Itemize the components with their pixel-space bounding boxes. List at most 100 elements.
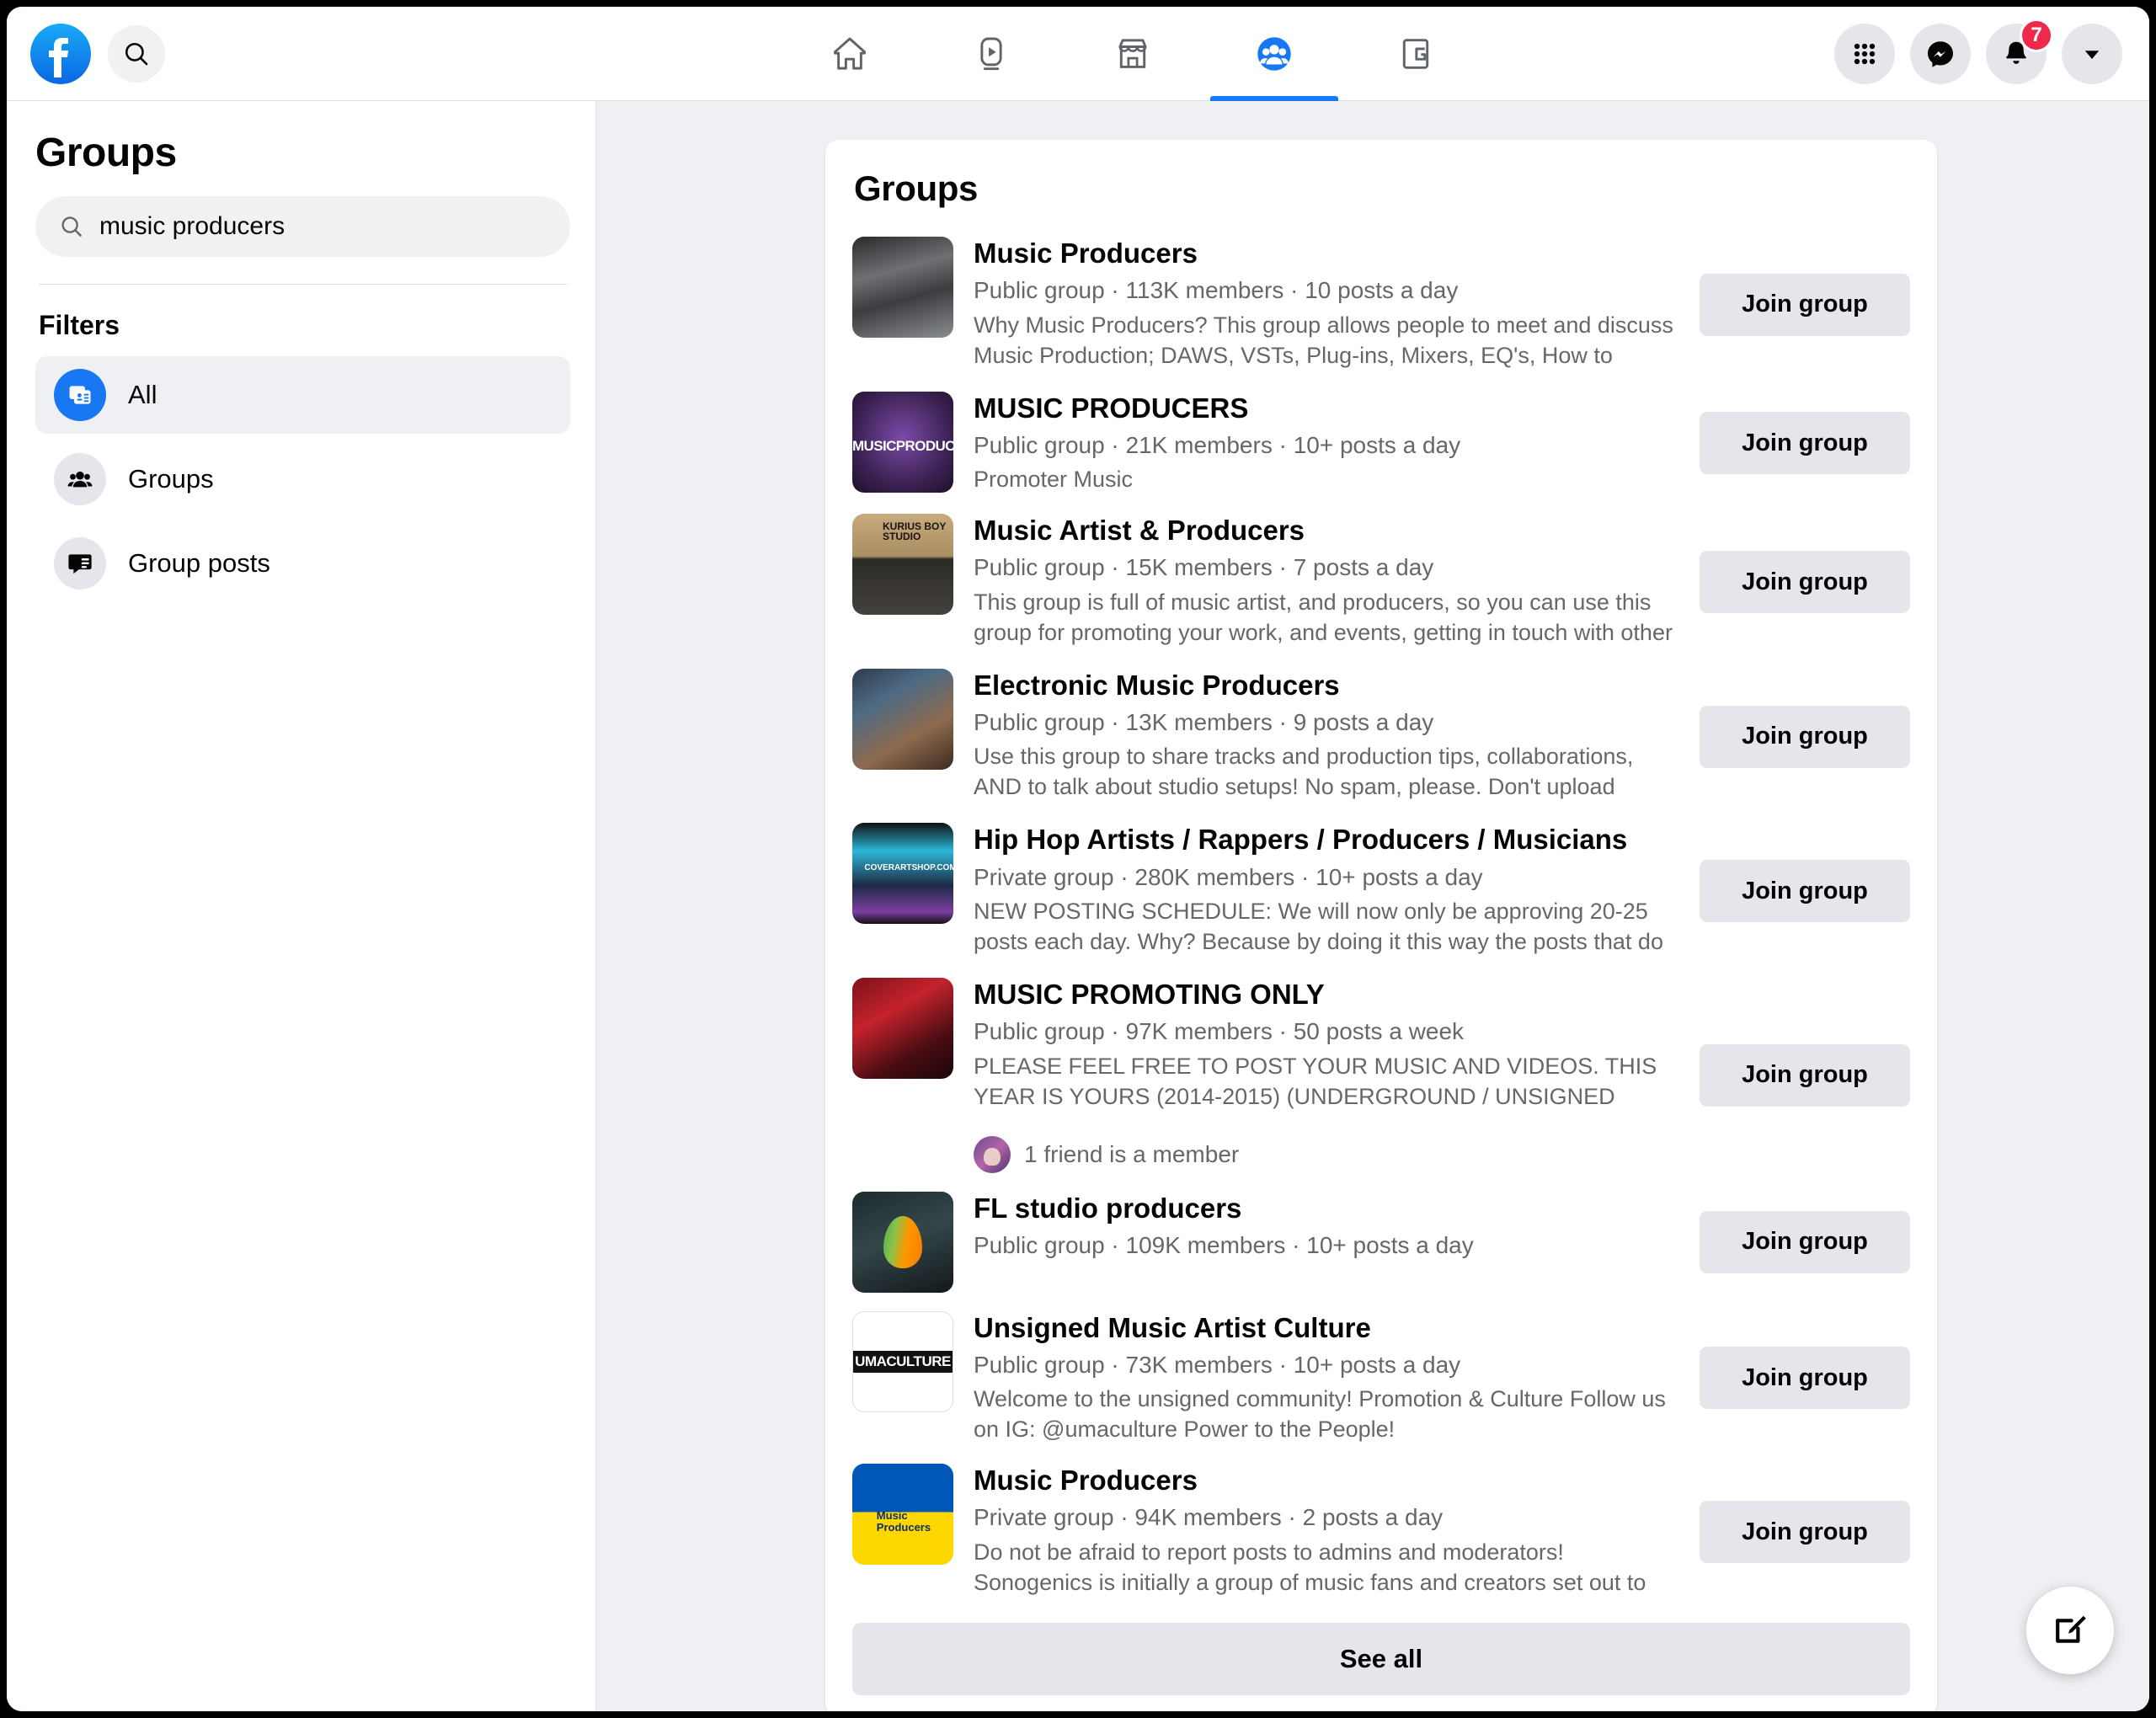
join-button-wrapper: Join group	[1700, 1464, 1910, 1600]
group-meta: Public group · 73K members · 10+ posts a…	[974, 1352, 1461, 1378]
group-result-row[interactable]: KURIUS BOY STUDIO Music Artist & Producers…	[852, 504, 1910, 659]
join-group-button[interactable]: Join group	[1700, 273, 1910, 336]
main-content-area: Groups Music Producers Public group · 113…	[596, 101, 2149, 1711]
see-all-button[interactable]: See all	[852, 1622, 1910, 1695]
group-result-row[interactable]: Music Producers Music Producers Private gro…	[852, 1454, 1910, 1609]
page-body: Groups music producers Filters All Group…	[7, 101, 2149, 1711]
group-description: PLEASE FEEL FREE TO POST YOUR MUSIC AND …	[974, 1053, 1657, 1114]
nav-tab-video[interactable]	[921, 7, 1062, 101]
group-info: Music Producers Private group · 94K membe…	[974, 1464, 1700, 1600]
group-result-row[interactable]: Music Producers Public group · 113K membe…	[852, 227, 1910, 382]
join-group-button[interactable]: Join group	[1700, 1347, 1910, 1410]
join-button-wrapper: Join group	[1700, 514, 1910, 650]
group-avatar[interactable]	[852, 668, 953, 770]
join-group-button[interactable]: Join group	[1700, 1210, 1910, 1273]
search-input[interactable]: music producers	[35, 196, 570, 257]
group-result-row[interactable]: FL studio producers Public group · 109K m…	[852, 1182, 1910, 1302]
group-info: MUSIC PROMOTING ONLY Public group · 97K m…	[974, 978, 1700, 1173]
group-name[interactable]: FL studio producers	[974, 1192, 1679, 1225]
group-result-row[interactable]: UMACULTURE Unsigned Music Artist Culture P…	[852, 1302, 1910, 1454]
group-name[interactable]: Hip Hop Artists / Rappers / Producers / …	[974, 823, 1679, 856]
people-icon	[54, 453, 106, 505]
nav-tab-home[interactable]	[779, 7, 921, 101]
group-description: Use this group to share tracks and produ…	[974, 744, 1634, 804]
join-group-button[interactable]: Join group	[1700, 705, 1910, 768]
facebook-logo-icon[interactable]	[30, 23, 91, 84]
group-info: Unsigned Music Artist Culture Public grou…	[974, 1311, 1700, 1445]
join-group-button[interactable]: Join group	[1700, 551, 1910, 613]
menu-grid-button[interactable]	[1834, 23, 1895, 84]
sidebar-divider	[39, 284, 567, 285]
group-name[interactable]: Electronic Music Producers	[974, 669, 1679, 702]
group-avatar[interactable]	[852, 978, 953, 1080]
group-name[interactable]: Unsigned Music Artist Culture	[974, 1311, 1679, 1345]
group-meta: Public group · 113K members · 10 posts a…	[974, 277, 1459, 304]
notifications-button[interactable]: 7	[1986, 18, 2053, 84]
sidebar-item-label: Group posts	[128, 548, 270, 578]
group-info: Electronic Music Producers Public group ·…	[974, 669, 1700, 805]
compose-button[interactable]	[2026, 1587, 2114, 1674]
group-info: FL studio producers Public group · 109K m…	[974, 1192, 1700, 1266]
menu-grid-icon	[1854, 43, 1876, 64]
group-name[interactable]: Music Producers	[974, 1464, 1679, 1497]
topbar-nav-tabs	[478, 7, 1787, 101]
search-icon	[61, 216, 82, 237]
groups-list: Music Producers Public group · 113K membe…	[852, 227, 1910, 1609]
group-avatar[interactable]: Music Producers	[852, 1464, 953, 1566]
group-meta: Private group · 94K members · 2 posts a …	[974, 1504, 1444, 1531]
messenger-button[interactable]	[1910, 23, 1971, 84]
group-description: Do not be afraid to report posts to admi…	[974, 1539, 1646, 1600]
group-name[interactable]: MUSIC PRODUCERS	[974, 392, 1679, 425]
join-button-wrapper: Join group	[1700, 669, 1910, 805]
sidebar-item-label: All	[128, 380, 157, 409]
sidebar-item-group-posts[interactable]: Group posts	[35, 525, 570, 602]
group-avatar[interactable]	[852, 237, 953, 338]
group-info: Music Producers Public group · 113K membe…	[974, 237, 1700, 373]
join-group-button[interactable]: Join group	[1700, 1043, 1910, 1107]
all-results-icon	[54, 369, 106, 421]
group-info: MUSIC PRODUCERS Public group · 21K member…	[974, 392, 1700, 496]
account-menu-button[interactable]	[2062, 23, 2122, 84]
join-button-wrapper: Join group	[1700, 1192, 1910, 1293]
sidebar-item-label: Groups	[128, 464, 214, 494]
compose-icon	[2056, 1615, 2086, 1643]
chevron-down-icon	[2084, 50, 2100, 59]
join-button-wrapper: Join group	[1700, 823, 1910, 959]
group-description: Why Music Producers? This group allows p…	[974, 312, 1673, 373]
join-group-button[interactable]: Join group	[1700, 1501, 1910, 1564]
left-sidebar: Groups music producers Filters All Group…	[7, 101, 596, 1711]
group-name[interactable]: Music Artist & Producers	[974, 514, 1679, 547]
nav-tab-gaming[interactable]	[1345, 7, 1486, 101]
search-input-value: music producers	[99, 212, 286, 240]
join-button-wrapper: Join group	[1700, 978, 1910, 1173]
group-avatar[interactable]	[852, 1191, 953, 1293]
sidebar-title: Groups	[35, 131, 177, 175]
nav-tab-marketplace[interactable]	[1062, 7, 1203, 101]
sidebar-item-groups[interactable]: Groups	[35, 440, 570, 518]
group-meta: Public group · 15K members · 7 posts a d…	[974, 554, 1434, 581]
messenger-icon	[1928, 40, 1953, 67]
nav-tab-groups[interactable]	[1203, 7, 1345, 101]
group-meta: Public group · 13K members · 9 posts a d…	[974, 709, 1434, 736]
group-name[interactable]: Music Producers	[974, 237, 1679, 270]
gaming-icon	[1402, 38, 1429, 69]
topbar-left-section	[7, 23, 478, 84]
search-button[interactable]	[108, 24, 165, 83]
sidebar-item-all[interactable]: All	[35, 356, 570, 434]
join-group-button[interactable]: Join group	[1700, 860, 1910, 923]
group-name[interactable]: MUSIC PROMOTING ONLY	[974, 978, 1679, 1011]
groups-icon	[1257, 36, 1291, 71]
group-avatar[interactable]: MUSICPRODUCE	[852, 391, 953, 493]
group-avatar[interactable]: KURIUS BOY STUDIO	[852, 514, 953, 616]
join-group-button[interactable]: Join group	[1700, 412, 1910, 475]
group-info: Hip Hop Artists / Rappers / Producers / …	[974, 823, 1700, 959]
group-result-row[interactable]: Electronic Music Producers Public group ·…	[852, 659, 1910, 814]
group-result-row[interactable]: MUSIC PROMOTING ONLY Public group · 97K m…	[852, 968, 1910, 1182]
group-result-row[interactable]: MUSICPRODUCE MUSIC PRODUCERS Public group …	[852, 382, 1910, 505]
group-avatar[interactable]: UMACULTURE	[852, 1310, 953, 1412]
group-meta: Public group · 109K members · 10+ posts …	[974, 1232, 1474, 1258]
group-result-row[interactable]: COVERARTSHOP.COM Hip Hop Artists / Rapper…	[852, 814, 1910, 968]
group-avatar[interactable]: COVERARTSHOP.COM	[852, 823, 953, 925]
join-button-wrapper: Join group	[1700, 1311, 1910, 1445]
join-button-wrapper: Join group	[1700, 237, 1910, 373]
